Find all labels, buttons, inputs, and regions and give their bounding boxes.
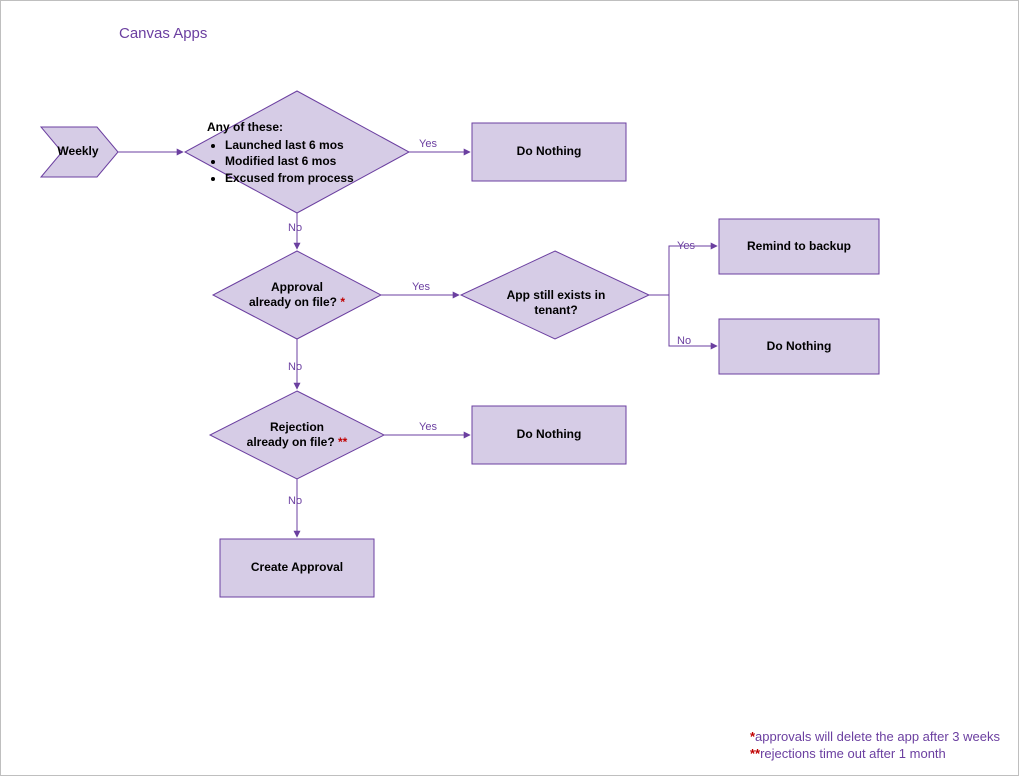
decision-rejection-on-file bbox=[210, 391, 384, 479]
edge-label-d3-yes: Yes bbox=[677, 240, 695, 252]
edge-label-d1-yes: Yes bbox=[419, 138, 437, 150]
decision-app-still-exists bbox=[461, 251, 649, 339]
process-remind-backup bbox=[719, 219, 879, 274]
process-do-nothing-1 bbox=[472, 123, 626, 181]
process-create-approval bbox=[220, 539, 374, 597]
edge-label-d1-no: No bbox=[288, 222, 302, 234]
decision-any-of-these-text: Any of these: Launched last 6 mos Modifi… bbox=[207, 119, 397, 186]
footnotes: *approvals will delete the app after 3 w… bbox=[750, 728, 1000, 763]
process-do-nothing-3 bbox=[472, 406, 626, 464]
edge-label-d3-no: No bbox=[677, 335, 691, 347]
edge-label-d4-yes: Yes bbox=[419, 421, 437, 433]
edge-label-d4-no: No bbox=[288, 495, 302, 507]
flowchart-svg bbox=[1, 1, 1019, 777]
flowchart-canvas: Canvas Apps bbox=[0, 0, 1019, 776]
decision-approval-on-file bbox=[213, 251, 381, 339]
edge-label-d2-no: No bbox=[288, 361, 302, 373]
process-do-nothing-2 bbox=[719, 319, 879, 374]
edge-label-d2-yes: Yes bbox=[412, 281, 430, 293]
start-chevron bbox=[41, 127, 118, 177]
